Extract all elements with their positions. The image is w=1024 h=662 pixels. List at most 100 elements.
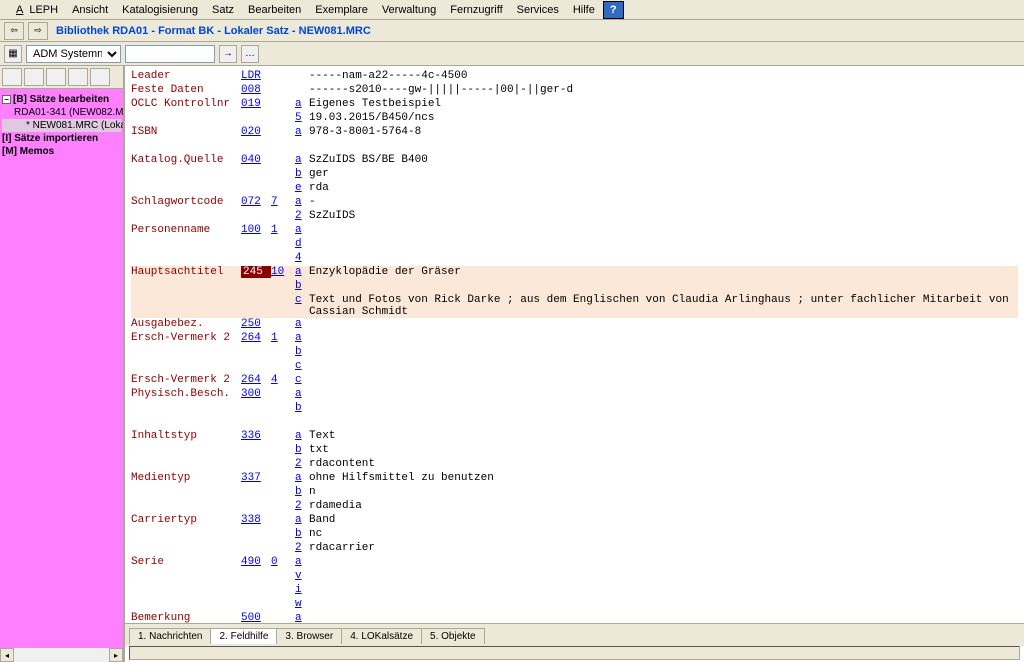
field-value[interactable]: rdacontent <box>309 458 1018 470</box>
marc-row[interactable]: b <box>131 402 1018 416</box>
marc-row[interactable]: Serie4900a <box>131 556 1018 570</box>
subfield-code[interactable]: a <box>295 612 309 623</box>
field-indicator[interactable]: 1 <box>271 332 295 344</box>
field-tag-link[interactable]: 072 <box>241 196 271 208</box>
subfield-code[interactable]: b <box>295 280 309 292</box>
subfield-code[interactable]: a <box>295 388 309 400</box>
subfield-code[interactable]: d <box>295 238 309 250</box>
marc-row[interactable]: Ersch-Vermerk 22644c <box>131 374 1018 388</box>
marc-row[interactable]: 2rdacontent <box>131 458 1018 472</box>
field-value[interactable]: SzZuIDS <box>309 210 1018 222</box>
side-btn-2[interactable] <box>24 68 44 86</box>
subfield-code[interactable]: a <box>295 430 309 442</box>
side-btn-4[interactable] <box>68 68 88 86</box>
field-value[interactable]: 978-3-8001-5764-8 <box>309 126 1018 138</box>
subfield-code[interactable]: a <box>295 266 309 278</box>
tree-memos[interactable]: [M] Memos <box>2 145 121 158</box>
subfield-code[interactable]: a <box>295 98 309 110</box>
subfield-code[interactable]: a <box>295 154 309 166</box>
search-more-button[interactable]: … <box>241 45 259 63</box>
field-value[interactable]: ------s2010----gw-|||||-----|00|-||ger-d <box>309 84 1018 96</box>
menu-katalogisierung[interactable]: Katalogisierung <box>116 2 204 18</box>
marc-row[interactable]: v <box>131 570 1018 584</box>
field-value[interactable]: ohne Hilfsmittel zu benutzen <box>309 472 1018 484</box>
marc-row[interactable]: Medientyp337aohne Hilfsmittel zu benutze… <box>131 472 1018 486</box>
subfield-code[interactable]: c <box>295 360 309 372</box>
subfield-code[interactable]: 2 <box>295 210 309 222</box>
marc-row[interactable]: 2SzZuIDS <box>131 210 1018 224</box>
subfield-code[interactable]: b <box>295 402 309 414</box>
field-tag-link[interactable]: 500 <box>241 612 271 623</box>
field-indicator[interactable]: 7 <box>271 196 295 208</box>
bottom-tab[interactable]: 1. Nachrichten <box>129 628 211 644</box>
marc-row[interactable]: cText und Fotos von Rick Darke ; aus dem… <box>131 294 1018 318</box>
field-indicator[interactable]: 1 <box>271 224 295 236</box>
marc-row[interactable]: Feste Daten008------s2010----gw-|||||---… <box>131 84 1018 98</box>
subfield-code[interactable]: 2 <box>295 542 309 554</box>
marc-row[interactable]: erda <box>131 182 1018 196</box>
menu-bearbeiten[interactable]: Bearbeiten <box>242 2 307 18</box>
subfield-code[interactable]: c <box>295 374 309 386</box>
field-tag-link[interactable]: 264 <box>241 374 271 386</box>
marc-row[interactable]: b <box>131 280 1018 294</box>
subfield-code[interactable]: 4 <box>295 252 309 264</box>
menu-ansicht[interactable]: Ansicht <box>66 2 114 18</box>
menu-satz[interactable]: Satz <box>206 2 240 18</box>
scroll-track[interactable] <box>14 648 109 662</box>
marc-row[interactable]: Ersch-Vermerk 22641a <box>131 332 1018 346</box>
marc-row[interactable]: Carriertyp338aBand <box>131 514 1018 528</box>
side-btn-5[interactable] <box>90 68 110 86</box>
marc-row[interactable] <box>131 140 1018 154</box>
field-value[interactable]: Text <box>309 430 1018 442</box>
field-tag-link[interactable]: LDR <box>241 70 271 82</box>
field-tag-link[interactable]: 100 <box>241 224 271 236</box>
marc-row[interactable]: bnc <box>131 528 1018 542</box>
field-tag-link[interactable]: 019 <box>241 98 271 110</box>
field-tag-link[interactable]: 336 <box>241 430 271 442</box>
mode-icon[interactable]: ▦ <box>4 45 22 63</box>
field-value[interactable]: Text und Fotos von Rick Darke ; aus dem … <box>309 294 1018 318</box>
menu-services[interactable]: Services <box>511 2 565 18</box>
scroll-left-icon[interactable]: ◂ <box>0 648 14 662</box>
marc-row[interactable]: Physisch.Besch.300a <box>131 388 1018 402</box>
field-value[interactable]: - <box>309 196 1018 208</box>
subfield-code[interactable]: i <box>295 584 309 596</box>
field-value[interactable]: Band <box>309 514 1018 526</box>
marc-row[interactable]: i <box>131 584 1018 598</box>
field-value[interactable]: ger <box>309 168 1018 180</box>
subfield-code[interactable]: e <box>295 182 309 194</box>
scroll-right-icon[interactable]: ▸ <box>109 648 123 662</box>
subfield-code[interactable]: a <box>295 196 309 208</box>
field-indicator[interactable]: 4 <box>271 374 295 386</box>
marc-row[interactable]: btxt <box>131 444 1018 458</box>
bottom-tab[interactable]: 5. Objekte <box>421 628 485 644</box>
help-icon[interactable]: ? <box>603 1 624 19</box>
field-value[interactable]: SzZuIDS BS/BE B400 <box>309 154 1018 166</box>
subfield-code[interactable]: a <box>295 514 309 526</box>
field-value[interactable]: Enzyklopädie der Gräser <box>309 266 1018 278</box>
subfield-code[interactable]: 5 <box>295 112 309 124</box>
subfield-code[interactable]: 2 <box>295 500 309 512</box>
menu-fernzugriff[interactable]: Fernzugriff <box>444 2 508 18</box>
tree-edit-records[interactable]: −[B] Sätze bearbeiten <box>2 93 121 106</box>
bottom-tab[interactable]: 4. LOKalsätze <box>341 628 422 644</box>
bottom-tab[interactable]: 3. Browser <box>276 628 342 644</box>
field-value[interactable]: rdamedia <box>309 500 1018 512</box>
field-tag-link[interactable]: 490 <box>241 556 271 568</box>
marc-row[interactable]: 4 <box>131 252 1018 266</box>
subfield-code[interactable]: w <box>295 598 309 610</box>
field-tag-link[interactable]: 337 <box>241 472 271 484</box>
field-tag-link[interactable]: 245 <box>241 266 271 278</box>
field-indicator[interactable]: 0 <box>271 556 295 568</box>
subfield-code[interactable]: b <box>295 444 309 456</box>
field-tag-link[interactable]: 250 <box>241 318 271 330</box>
subfield-code[interactable]: a <box>295 126 309 138</box>
subfield-code[interactable]: a <box>295 224 309 236</box>
subfield-code[interactable]: b <box>295 528 309 540</box>
subfield-code[interactable]: b <box>295 346 309 358</box>
marc-row[interactable]: 519.03.2015/B450/ncs <box>131 112 1018 126</box>
subfield-code[interactable]: a <box>295 318 309 330</box>
field-value[interactable]: rda <box>309 182 1018 194</box>
marc-row[interactable]: Schlagwortcode0727a- <box>131 196 1018 210</box>
marc-row[interactable]: Hauptsachtitel24510aEnzyklopädie der Grä… <box>131 266 1018 280</box>
